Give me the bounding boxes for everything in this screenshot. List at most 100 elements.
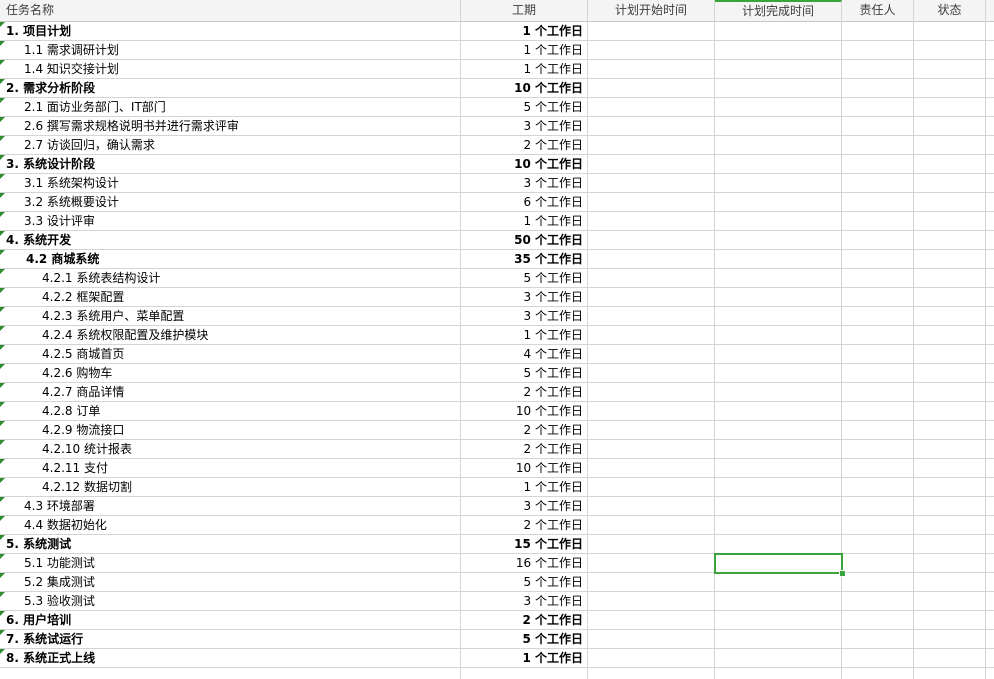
plan-end-cell[interactable] (715, 497, 842, 515)
task-name-cell[interactable]: 3.1 系统架构设计 (0, 174, 461, 192)
task-name-cell[interactable]: 4.2.2 框架配置 (0, 288, 461, 306)
extra-cell[interactable] (986, 212, 994, 230)
extra-cell[interactable] (986, 22, 994, 40)
task-name-cell[interactable]: 4.2.1 系统表结构设计 (0, 269, 461, 287)
owner-cell[interactable] (842, 212, 914, 230)
column-header-status[interactable]: 状态 (914, 0, 986, 21)
duration-cell[interactable]: 1 个工作日 (461, 478, 588, 496)
task-name-cell[interactable]: 6. 用户培训 (0, 611, 461, 629)
owner-cell[interactable] (842, 326, 914, 344)
plan-start-cell[interactable] (588, 212, 715, 230)
extra-cell[interactable] (986, 516, 994, 534)
owner-cell[interactable] (842, 611, 914, 629)
status-cell[interactable] (914, 573, 986, 591)
plan-end-cell[interactable] (715, 307, 842, 325)
task-name-cell[interactable]: 4.2.9 物流接口 (0, 421, 461, 439)
extra-cell[interactable] (986, 79, 994, 97)
status-cell[interactable] (914, 136, 986, 154)
status-cell[interactable] (914, 421, 986, 439)
plan-end-cell[interactable] (715, 117, 842, 135)
extra-cell[interactable] (986, 155, 994, 173)
plan-start-cell[interactable] (588, 573, 715, 591)
task-name-cell[interactable]: 3.3 设计评审 (0, 212, 461, 230)
owner-cell[interactable] (842, 79, 914, 97)
extra-cell[interactable] (986, 250, 994, 268)
plan-end-cell[interactable] (715, 288, 842, 306)
extra-cell[interactable] (986, 402, 994, 420)
task-name-cell[interactable]: 4.4 数据初始化 (0, 516, 461, 534)
plan-start-cell[interactable] (588, 421, 715, 439)
status-cell[interactable] (914, 383, 986, 401)
plan-start-cell[interactable] (588, 326, 715, 344)
status-cell[interactable] (914, 326, 986, 344)
extra-cell[interactable] (986, 231, 994, 249)
status-cell[interactable] (914, 288, 986, 306)
duration-cell[interactable]: 2 个工作日 (461, 383, 588, 401)
extra-cell[interactable] (986, 269, 994, 287)
empty-cell[interactable] (715, 668, 842, 679)
owner-cell[interactable] (842, 60, 914, 78)
task-name-cell[interactable]: 4.2.5 商城首页 (0, 345, 461, 363)
plan-start-cell[interactable] (588, 364, 715, 382)
status-cell[interactable] (914, 345, 986, 363)
extra-cell[interactable] (986, 649, 994, 667)
owner-cell[interactable] (842, 345, 914, 363)
empty-cell[interactable] (0, 668, 461, 679)
owner-cell[interactable] (842, 269, 914, 287)
duration-cell[interactable]: 1 个工作日 (461, 649, 588, 667)
status-cell[interactable] (914, 554, 986, 572)
extra-cell[interactable] (986, 345, 994, 363)
owner-cell[interactable] (842, 155, 914, 173)
status-cell[interactable] (914, 250, 986, 268)
duration-cell[interactable]: 10 个工作日 (461, 402, 588, 420)
status-cell[interactable] (914, 269, 986, 287)
duration-cell[interactable]: 16 个工作日 (461, 554, 588, 572)
plan-start-cell[interactable] (588, 117, 715, 135)
owner-cell[interactable] (842, 554, 914, 572)
duration-cell[interactable]: 5 个工作日 (461, 98, 588, 116)
extra-cell[interactable] (986, 383, 994, 401)
plan-start-cell[interactable] (588, 459, 715, 477)
plan-start-cell[interactable] (588, 611, 715, 629)
task-name-cell[interactable]: 2.6 撰写需求规格说明书并进行需求评审 (0, 117, 461, 135)
duration-cell[interactable]: 2 个工作日 (461, 421, 588, 439)
duration-cell[interactable]: 3 个工作日 (461, 174, 588, 192)
owner-cell[interactable] (842, 174, 914, 192)
plan-start-cell[interactable] (588, 478, 715, 496)
plan-end-cell[interactable] (715, 98, 842, 116)
task-name-cell[interactable]: 4.3 环境部署 (0, 497, 461, 515)
task-name-cell[interactable]: 5.3 验收测试 (0, 592, 461, 610)
extra-cell[interactable] (986, 421, 994, 439)
owner-cell[interactable] (842, 117, 914, 135)
plan-end-cell[interactable] (715, 630, 842, 648)
owner-cell[interactable] (842, 364, 914, 382)
status-cell[interactable] (914, 193, 986, 211)
plan-start-cell[interactable] (588, 231, 715, 249)
duration-cell[interactable]: 5 个工作日 (461, 269, 588, 287)
extra-cell[interactable] (986, 364, 994, 382)
task-name-cell[interactable]: 2.7 访谈回归，确认需求 (0, 136, 461, 154)
column-header-plan-start[interactable]: 计划开始时间 (588, 0, 715, 21)
status-cell[interactable] (914, 402, 986, 420)
plan-end-cell[interactable] (715, 79, 842, 97)
extra-cell[interactable] (986, 440, 994, 458)
plan-end-cell[interactable] (715, 345, 842, 363)
duration-cell[interactable]: 1 个工作日 (461, 41, 588, 59)
status-cell[interactable] (914, 459, 986, 477)
duration-cell[interactable]: 3 个工作日 (461, 307, 588, 325)
task-name-cell[interactable]: 4.2.4 系统权限配置及维护模块 (0, 326, 461, 344)
duration-cell[interactable]: 35 个工作日 (461, 250, 588, 268)
extra-cell[interactable] (986, 478, 994, 496)
duration-cell[interactable]: 5 个工作日 (461, 573, 588, 591)
status-cell[interactable] (914, 22, 986, 40)
duration-cell[interactable]: 2 个工作日 (461, 136, 588, 154)
duration-cell[interactable]: 1 个工作日 (461, 326, 588, 344)
plan-start-cell[interactable] (588, 440, 715, 458)
plan-start-cell[interactable] (588, 269, 715, 287)
column-header-owner[interactable]: 责任人 (842, 0, 914, 21)
task-name-cell[interactable]: 1.4 知识交接计划 (0, 60, 461, 78)
status-cell[interactable] (914, 497, 986, 515)
plan-start-cell[interactable] (588, 60, 715, 78)
column-header-task[interactable]: 任务名称 (0, 0, 461, 21)
status-cell[interactable] (914, 364, 986, 382)
